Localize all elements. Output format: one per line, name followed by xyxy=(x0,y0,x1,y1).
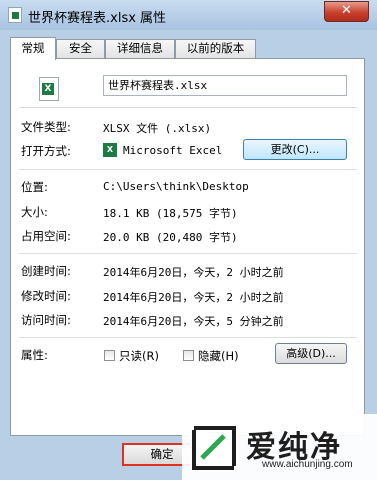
separator xyxy=(19,253,357,254)
title-bar[interactable]: 世界杯赛程表.xlsx 属性 ✕ xyxy=(0,0,377,30)
open-with-value: Microsoft Excel xyxy=(123,144,223,157)
created-label: 创建时间: xyxy=(21,264,71,278)
created-value: 2014年6月20日，今天，2 小时之前 xyxy=(103,266,284,279)
excel-app-icon: X xyxy=(103,143,117,157)
separator xyxy=(19,107,357,108)
accessed-label: 访问时间: xyxy=(21,313,71,327)
location-value: C:\Users\think\Desktop xyxy=(103,180,249,193)
readonly-checkbox[interactable] xyxy=(104,350,115,361)
open-with-label: 打开方式: xyxy=(21,144,71,158)
location-label: 位置: xyxy=(21,180,48,194)
advanced-button[interactable]: 高级(D)... xyxy=(275,343,347,364)
tab-general[interactable]: 常规 xyxy=(10,37,56,60)
watermark-url: www.aichunjing.com xyxy=(262,459,353,470)
accessed-value: 2014年6月20日，今天，5 分钟之前 xyxy=(103,315,284,328)
hidden-label[interactable]: 隐藏(H) xyxy=(198,348,239,364)
file-icon xyxy=(8,7,22,23)
hidden-checkbox[interactable] xyxy=(183,350,194,361)
separator xyxy=(19,337,357,338)
change-button[interactable]: 更改(C)... xyxy=(243,139,347,160)
file-name-input[interactable]: 世界杯赛程表.xlsx xyxy=(103,75,347,96)
tab-details[interactable]: 详细信息 xyxy=(105,39,175,58)
modified-value: 2014年6月20日，今天，2 小时之前 xyxy=(103,291,284,304)
excel-x-icon: X xyxy=(42,83,54,95)
tab-previous-versions[interactable]: 以前的版本 xyxy=(175,39,256,58)
aichunjing-logo-icon xyxy=(190,424,238,472)
file-type-label: 文件类型: xyxy=(21,120,71,134)
attributes-label: 属性: xyxy=(21,348,48,362)
readonly-label[interactable]: 只读(R) xyxy=(119,348,159,364)
general-panel: X 世界杯赛程表.xlsx 文件类型: XLSX 文件 (.xlsx) 打开方式… xyxy=(10,58,365,436)
size-on-disk-value: 20.0 KB (20,480 字节) xyxy=(103,231,238,244)
tab-security[interactable]: 安全 xyxy=(56,39,105,58)
close-button[interactable]: ✕ xyxy=(324,1,369,22)
size-value: 18.1 KB (18,575 字节) xyxy=(103,207,238,220)
size-label: 大小: xyxy=(21,205,48,219)
excel-file-icon: X xyxy=(39,77,59,101)
separator xyxy=(19,169,357,170)
size-on-disk-label: 占用空间: xyxy=(21,229,71,243)
window-title: 世界杯赛程表.xlsx 属性 xyxy=(28,11,167,26)
watermark: 爱纯净 www.aichunjing.com xyxy=(182,414,377,480)
modified-label: 修改时间: xyxy=(21,289,71,303)
file-type-value: XLSX 文件 (.xlsx) xyxy=(103,122,212,135)
